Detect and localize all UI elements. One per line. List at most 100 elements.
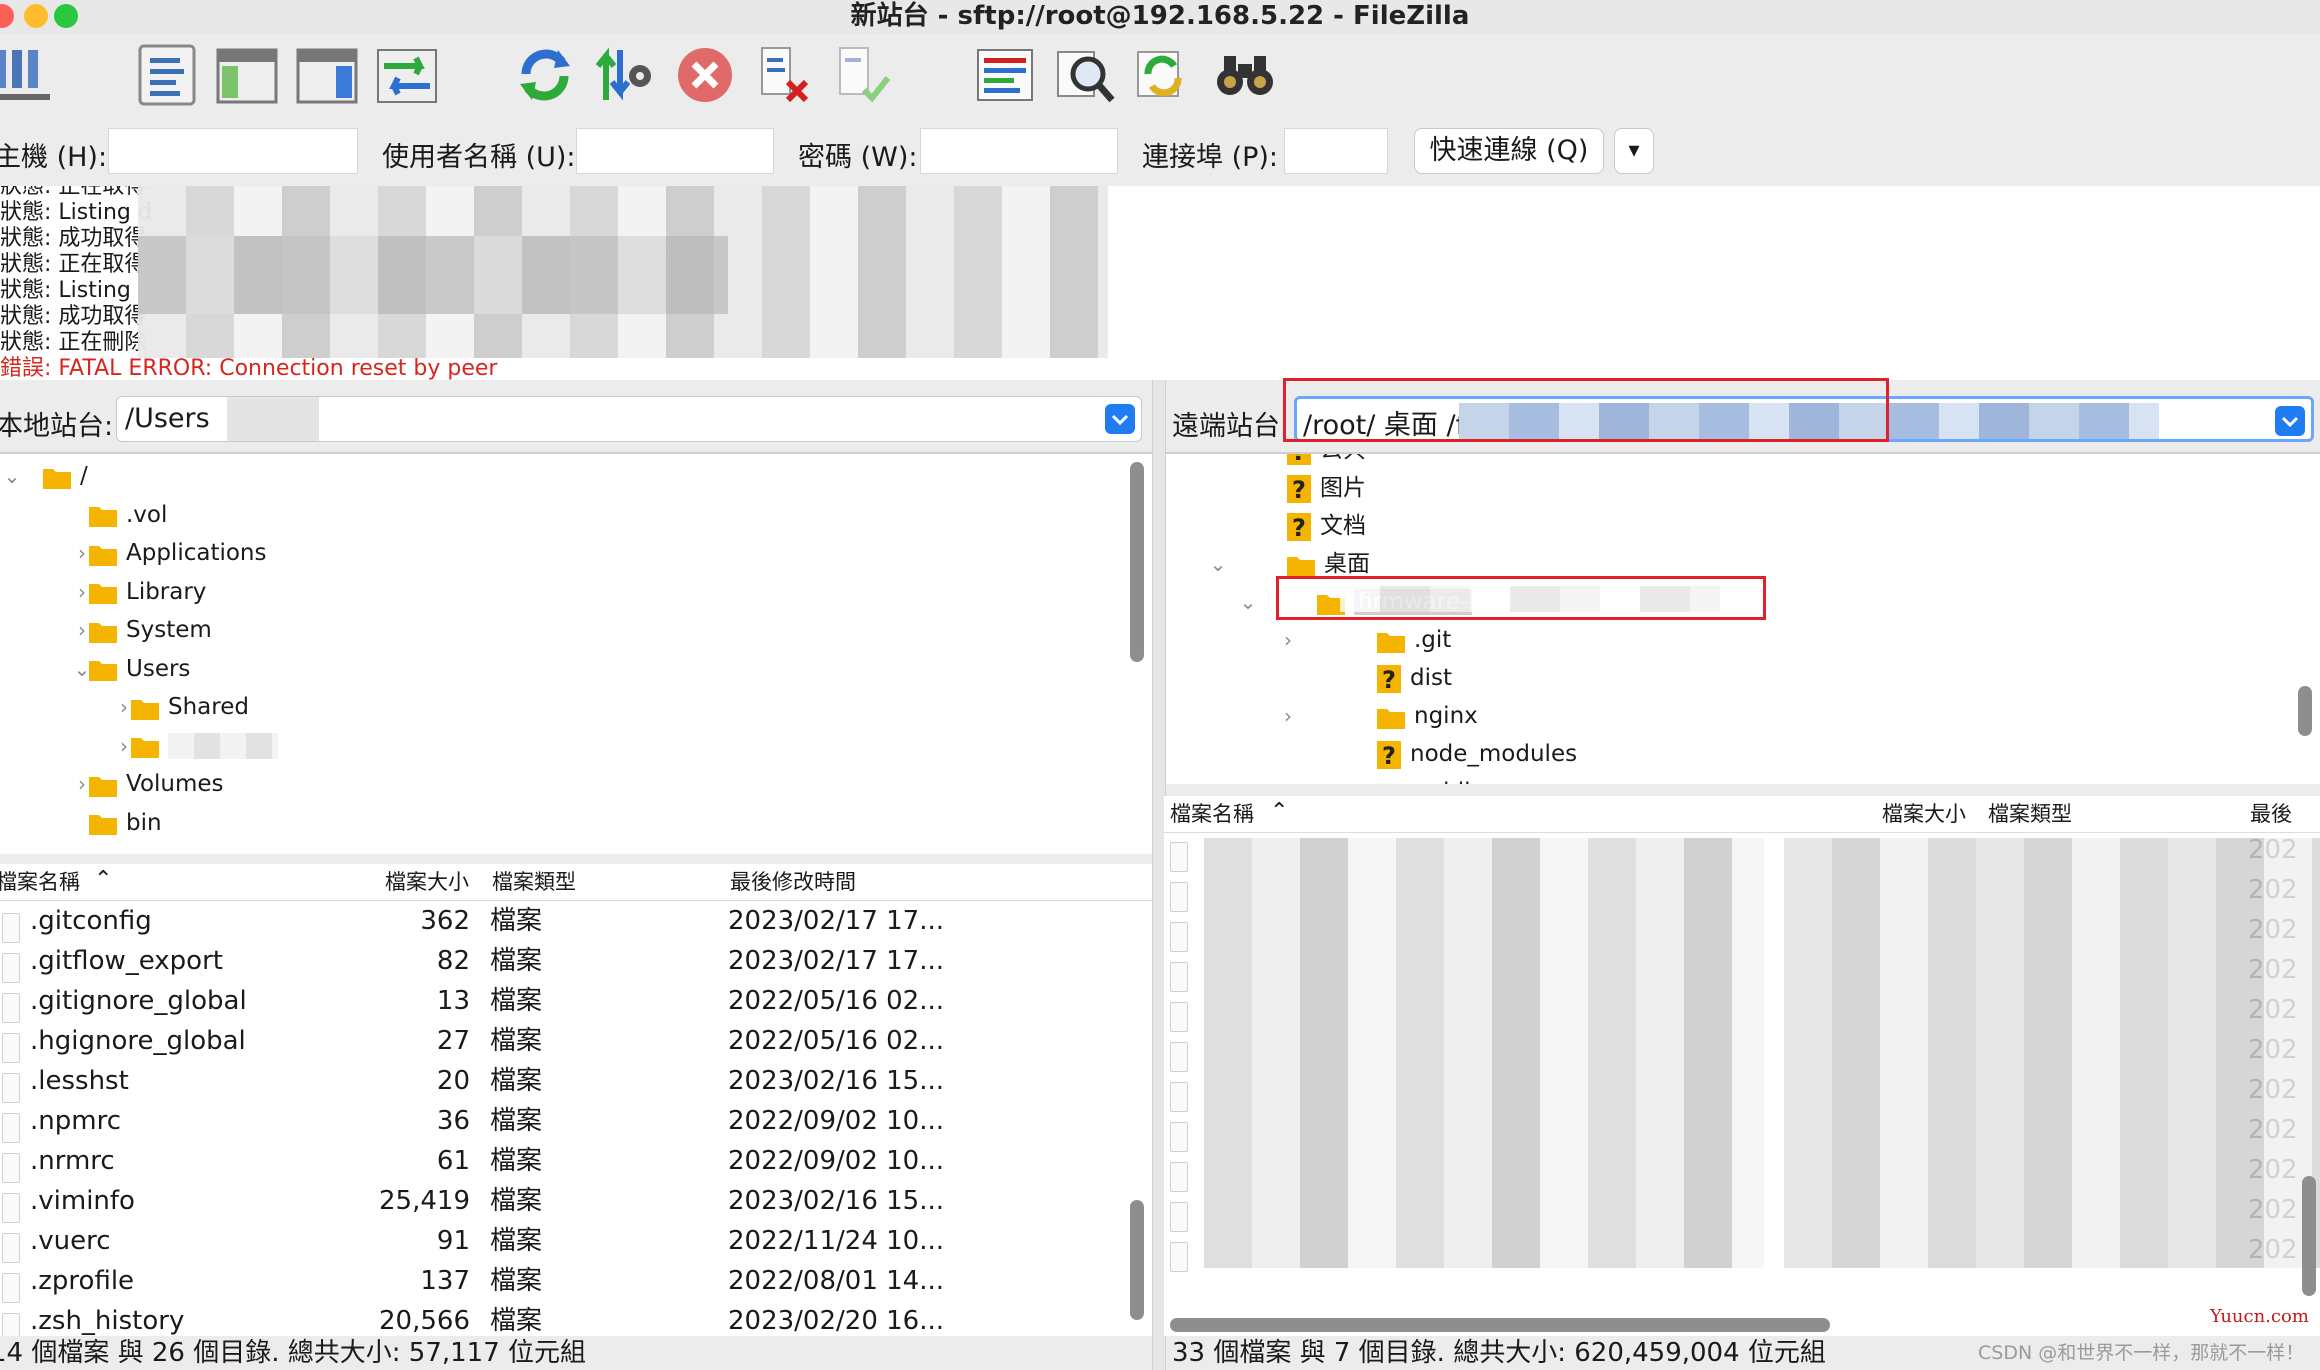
directory-filter-icon[interactable] [972, 42, 1038, 108]
local-col-modified[interactable]: 最後修改時間 [730, 864, 856, 900]
port-label: 連接埠 (P): [1142, 142, 1279, 173]
remote-col-type[interactable]: 檔案類型 [1988, 796, 2072, 832]
local-path-combo[interactable]: /Users [116, 396, 1142, 442]
local-tree-node[interactable]: Shared [130, 689, 249, 725]
watermark-site: Yuucn.com [2210, 1306, 2309, 1327]
file-type: 檔案 [490, 986, 543, 1016]
table-row[interactable]: .vuerc 91 檔案 2022/11/24 10... [0, 1221, 1152, 1263]
process-queue-icon[interactable] [592, 42, 658, 108]
table-row[interactable]: .viminfo 25,419 檔案 2023/02/16 15... [0, 1181, 1152, 1223]
watermark-credit: CSDN @和世界不一样，那就不一样！ [1978, 1342, 2305, 1364]
folder-icon [88, 810, 118, 836]
sync-browsing-icon[interactable] [1130, 42, 1196, 108]
local-tree-scrollbar[interactable] [1130, 462, 1144, 662]
local-col-name[interactable]: 檔案名稱 [0, 864, 80, 900]
remote-tree-node[interactable]: .git [1376, 622, 1451, 658]
remote-file-list-hscrollbar[interactable] [1170, 1318, 1830, 1332]
username-input[interactable] [576, 128, 774, 174]
local-tree-node[interactable]: Applications [88, 535, 267, 571]
file-size: 36 [436, 1106, 470, 1136]
collapse-arrow-icon[interactable]: ⌄ [1236, 590, 1260, 614]
file-type: 檔案 [490, 1026, 543, 1056]
folder-icon [88, 656, 118, 682]
remote-file-list-header: 檔案名稱 ⌃ 檔案大小 檔案類型 最後 [1164, 796, 2320, 833]
toggle-transfer-queue-icon[interactable] [374, 42, 440, 108]
file-size: 27 [436, 1026, 470, 1056]
remote-col-size[interactable]: 檔案大小 [1882, 796, 1966, 832]
reconnect-icon[interactable] [830, 42, 896, 108]
remote-tree-node[interactable]: ? 公共 [1286, 454, 1366, 468]
expand-arrow-icon[interactable]: › [1276, 704, 1300, 728]
local-col-type[interactable]: 檔案類型 [492, 864, 576, 900]
remote-col-modified[interactable]: 最後 [2250, 796, 2292, 832]
table-row[interactable]: .gitconfig 362 檔案 2023/02/17 17... [0, 901, 1152, 943]
toggle-remote-tree-icon[interactable] [294, 42, 360, 108]
table-row[interactable]: .hgignore_global 27 檔案 2022/05/16 02... [0, 1021, 1152, 1063]
expand-arrow-icon[interactable]: › [1276, 780, 1300, 784]
tree-node-label: nginx [1414, 703, 1478, 729]
tree-node-label: bin [126, 809, 162, 836]
local-tree-node[interactable]: Volumes [88, 766, 224, 802]
expand-arrow-icon[interactable]: › [1276, 628, 1300, 652]
remote-file-list-scrollbar[interactable] [2302, 1176, 2316, 1296]
quickconnect-button[interactable]: 快速連線 (Q) [1414, 128, 1604, 174]
title-bar: 新站台 - sftp://root@192.168.5.22 - FileZil… [0, 0, 2320, 34]
tree-node-label: 文档 [1320, 513, 1366, 539]
local-tree-node[interactable]: bin [88, 805, 162, 841]
local-file-list-scrollbar[interactable] [1130, 1200, 1144, 1320]
collapse-arrow-icon[interactable]: ⌄ [1206, 552, 1230, 576]
local-directory-tree: ⌄ / .vol › Applications › Library › System ⌄ Users… [0, 452, 1152, 854]
table-row[interactable]: .npmrc 36 檔案 2022/09/02 10... [0, 1101, 1152, 1143]
svg-text:?: ? [1382, 742, 1396, 770]
cancel-icon[interactable] [672, 42, 738, 108]
tree-node-label: 公共 [1320, 454, 1366, 463]
local-tree-node[interactable]: System [88, 612, 212, 648]
local-tree-node[interactable]: cores [88, 843, 188, 854]
tree-node-label: / [80, 463, 88, 489]
password-input[interactable] [920, 128, 1118, 174]
remote-path-dropdown-icon[interactable] [2275, 406, 2305, 436]
search-icon[interactable] [1212, 42, 1278, 108]
file-modified: 2022/11/24 10... [728, 1226, 944, 1256]
table-row[interactable]: .lesshst 20 檔案 2023/02/16 15... [0, 1061, 1152, 1103]
log-line: 狀態: 正在取得 [0, 186, 147, 199]
toolbar [0, 34, 2320, 121]
file-modified: 2022/09/02 10... [728, 1146, 944, 1176]
remote-tree-node[interactable]: ? node_modules [1376, 736, 1577, 772]
local-tree-node[interactable]: Library [88, 574, 206, 610]
remote-tree-node[interactable]: public [1376, 774, 1483, 784]
port-input[interactable] [1284, 128, 1388, 174]
toggle-message-log-icon[interactable] [134, 42, 200, 108]
toggle-local-tree-icon[interactable] [214, 42, 280, 108]
table-row[interactable]: .zprofile 137 檔案 2022/08/01 14... [0, 1261, 1152, 1303]
compare-directories-icon[interactable] [1052, 42, 1118, 108]
local-col-size[interactable]: 檔案大小 [385, 864, 469, 900]
remote-col-name[interactable]: 檔案名稱 [1170, 796, 1254, 832]
remote-tree-node[interactable]: ? dist [1376, 660, 1452, 696]
file-icon [2, 1307, 20, 1336]
table-row[interactable]: .gitflow_export 82 檔案 2023/02/17 17... [0, 941, 1152, 983]
folder-icon [1376, 703, 1406, 729]
host-input[interactable] [108, 128, 358, 174]
remote-tree-scrollbar[interactable] [2298, 686, 2312, 736]
table-row[interactable]: .zsh_history 20,566 檔案 2023/02/20 16... [0, 1301, 1152, 1336]
file-modified: 2023/02/20 16... [728, 1306, 944, 1336]
table-row[interactable]: .nrmrc 61 檔案 2022/09/02 10... [0, 1141, 1152, 1183]
table-row[interactable]: .gitignore_global 13 檔案 2022/05/16 02... [0, 981, 1152, 1023]
tree-node-label: public [1414, 779, 1483, 784]
remote-tree-node[interactable]: ? 图片 [1286, 470, 1366, 506]
local-tree-node[interactable]: .vol [88, 497, 167, 533]
local-tree-node[interactable] [130, 728, 278, 764]
remote-tree-node[interactable]: ? 文档 [1286, 508, 1366, 544]
quickconnect-history-button[interactable]: ▾ [1614, 128, 1654, 174]
remote-tree-node[interactable]: nginx [1376, 698, 1478, 734]
disconnect-icon[interactable] [752, 42, 818, 108]
collapse-arrow-icon[interactable]: ⌄ [0, 464, 24, 488]
local-path-dropdown-icon[interactable] [1105, 404, 1135, 434]
local-site-label: 本地站台: [0, 411, 114, 442]
local-tree-node[interactable]: / [42, 458, 88, 494]
local-tree-node[interactable]: Users [88, 651, 190, 687]
file-size: 25,419 [379, 1186, 470, 1216]
site-manager-icon[interactable] [0, 42, 58, 108]
refresh-icon[interactable] [512, 42, 578, 108]
